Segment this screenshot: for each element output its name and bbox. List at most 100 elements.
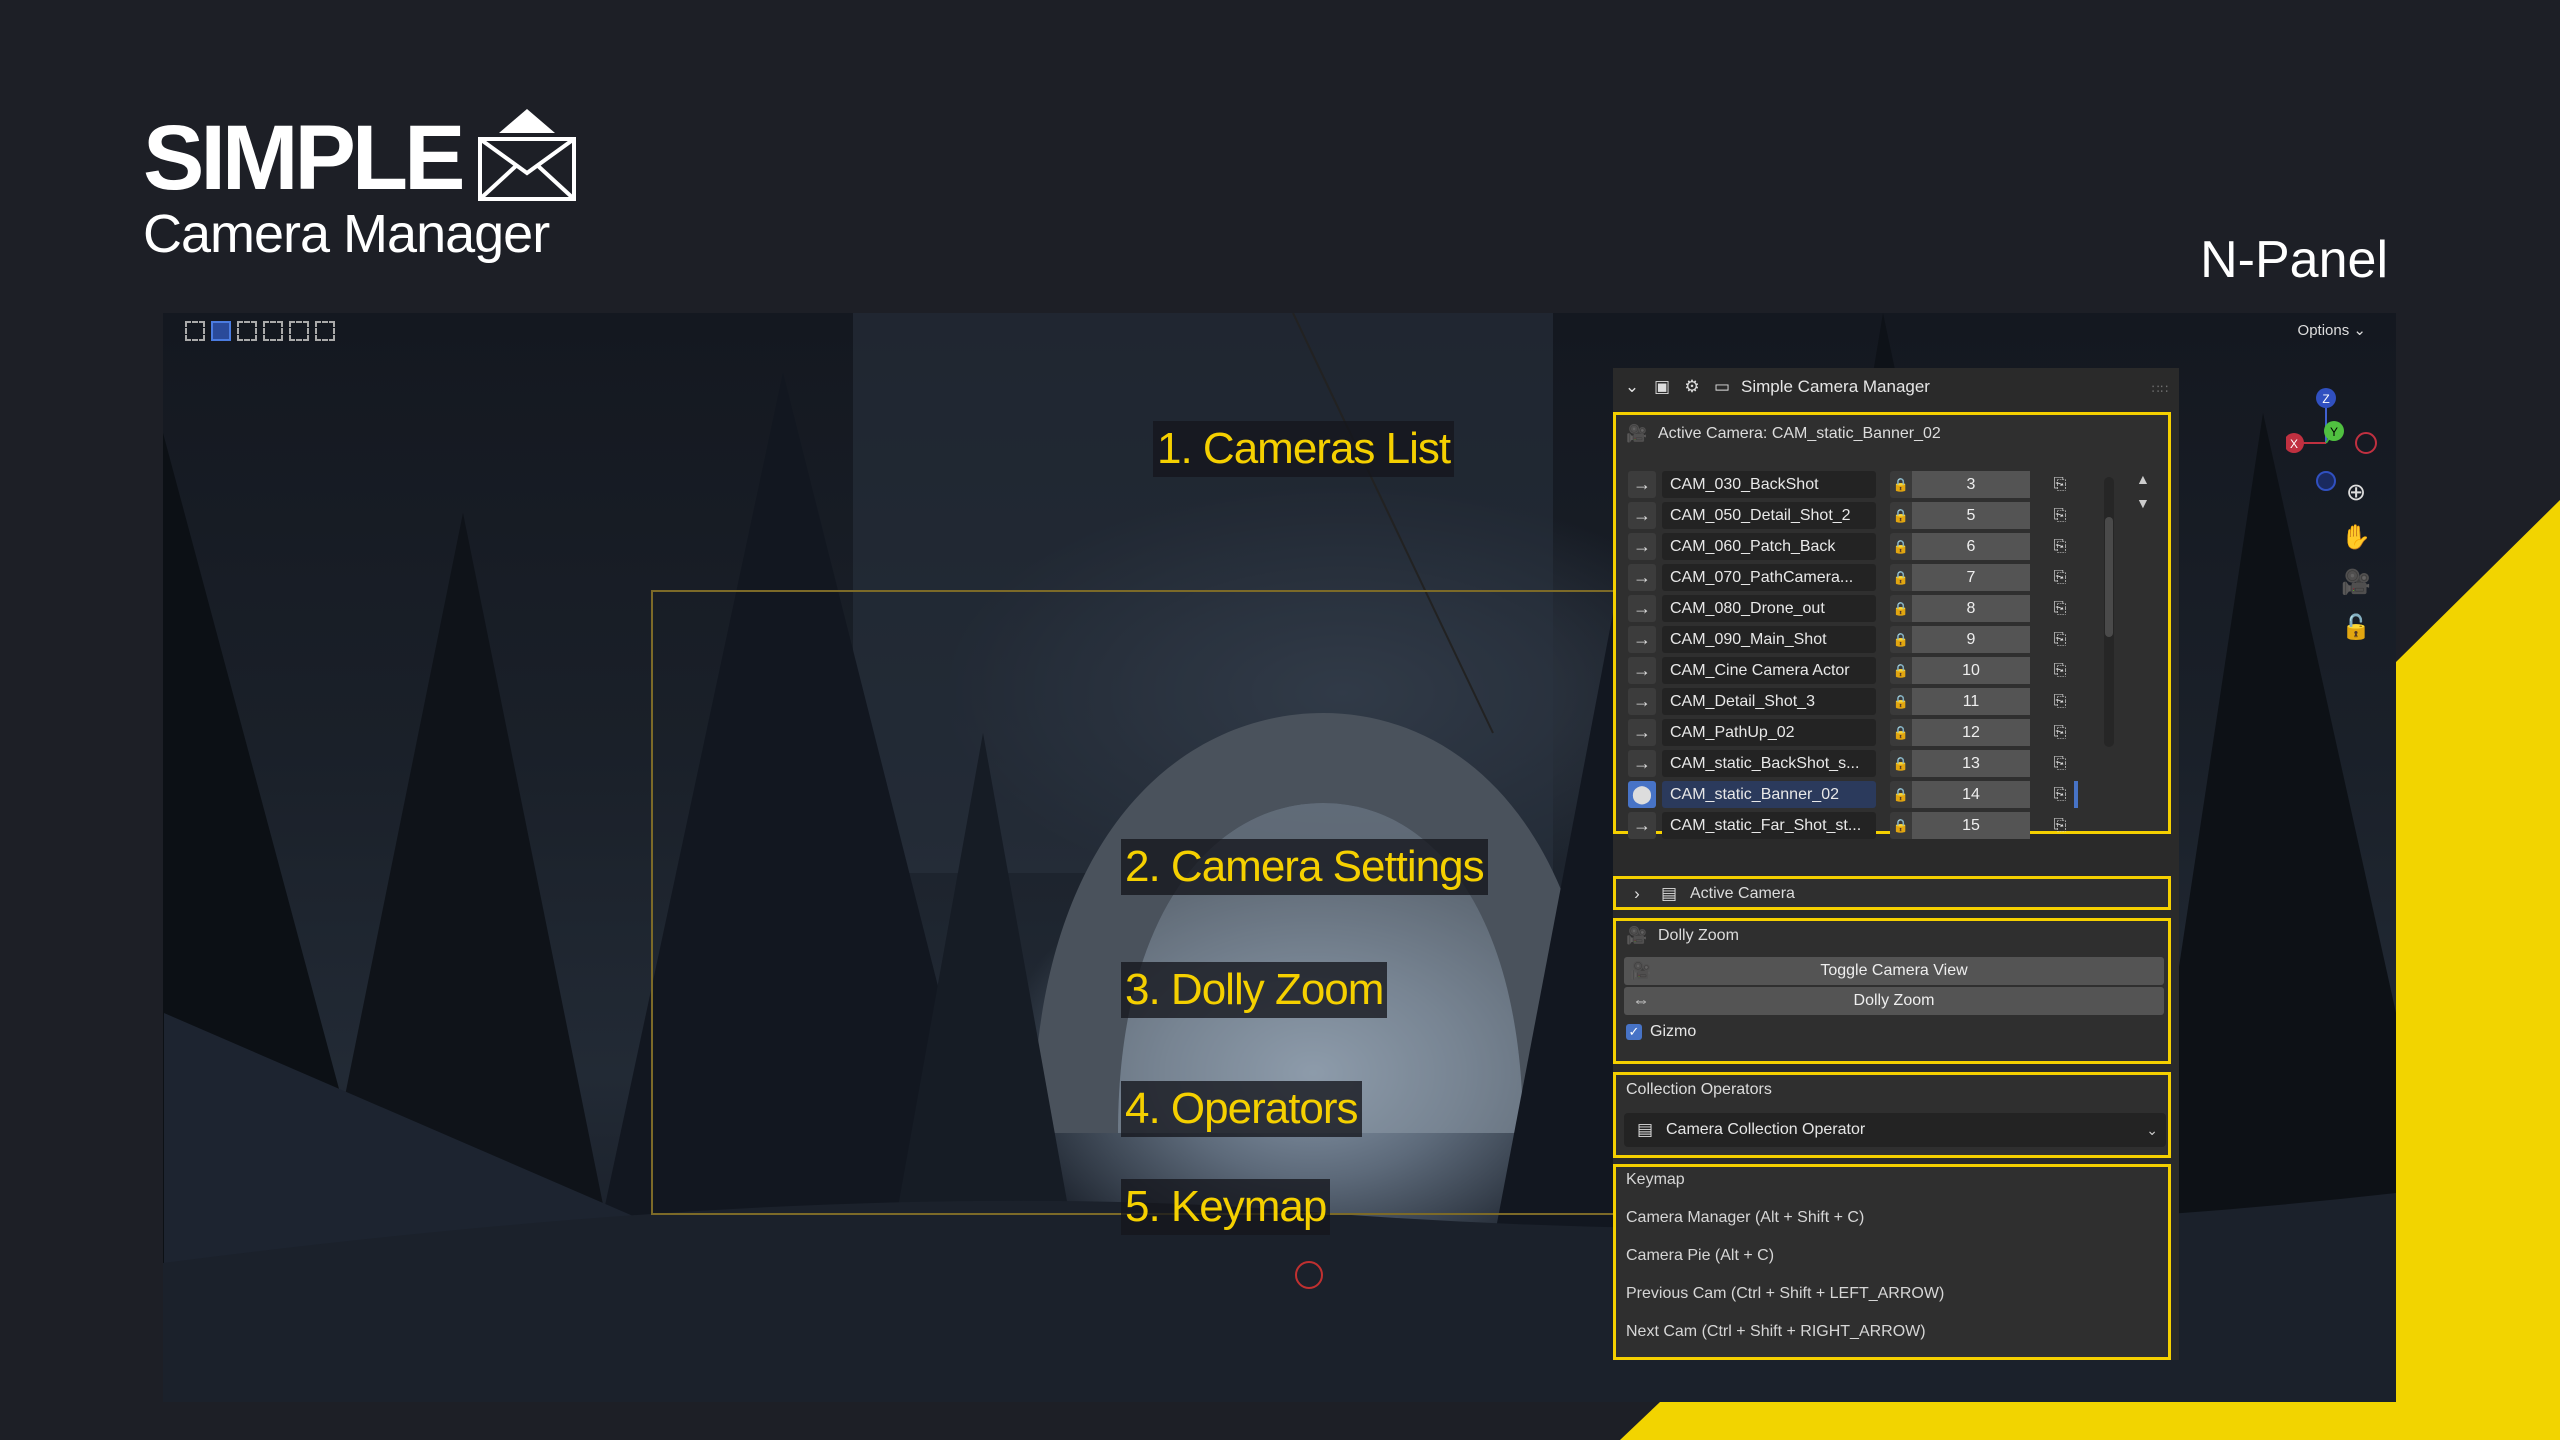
- set-active-arrow-icon[interactable]: →: [1628, 626, 1656, 653]
- camera-name[interactable]: CAM_030_BackShot: [1662, 471, 1876, 498]
- camera-number[interactable]: 11: [1912, 688, 2030, 715]
- lock-icon[interactable]: 🔒: [1890, 719, 1912, 746]
- lock-icon[interactable]: 🔒: [1890, 657, 1912, 684]
- camera-list-row[interactable]: → CAM_Detail_Shot_3 🔒 11 ⎘: [1628, 686, 2118, 717]
- camera-number[interactable]: 15: [1912, 812, 2030, 839]
- chevron-right-icon[interactable]: ›: [1626, 883, 1648, 905]
- camera-name[interactable]: CAM_050_Detail_Shot_2: [1662, 502, 1876, 529]
- window-icon[interactable]: ▭: [1711, 376, 1733, 398]
- lock-view-icon[interactable]: 🔓: [2341, 613, 2371, 642]
- camera-collection-dropdown[interactable]: ▤ Camera Collection Operator ⌄: [1624, 1113, 2166, 1147]
- camera-action-icon[interactable]: ⎘: [2046, 812, 2074, 839]
- select-box-intersect-icon[interactable]: [315, 321, 335, 341]
- panel-header[interactable]: ⌄ ▣ ⚙ ▭ Simple Camera Manager ∷∷: [1613, 368, 2179, 406]
- set-active-arrow-icon[interactable]: →: [1628, 471, 1656, 498]
- camera-list-row[interactable]: → CAM_070_PathCamera... 🔒 7 ⎘: [1628, 562, 2118, 593]
- camera-number[interactable]: 5: [1912, 502, 2030, 529]
- camera-list-row[interactable]: → CAM_080_Drone_out 🔒 8 ⎘: [1628, 593, 2118, 624]
- camera-name[interactable]: CAM_static_Far_Shot_st...: [1662, 812, 1876, 839]
- camera-name[interactable]: CAM_Detail_Shot_3: [1662, 688, 1876, 715]
- set-active-arrow-icon[interactable]: →: [1628, 688, 1656, 715]
- camera-action-icon[interactable]: ⎘: [2046, 719, 2074, 746]
- camera-name[interactable]: CAM_PathUp_02: [1662, 719, 1876, 746]
- pan-hand-icon[interactable]: ✋: [2341, 523, 2371, 552]
- gizmo-checkbox-row[interactable]: ✓ Gizmo: [1626, 1023, 1696, 1041]
- zoom-icon[interactable]: ⊕: [2341, 478, 2371, 507]
- camera-action-icon[interactable]: ⎘: [2046, 626, 2074, 653]
- camera-list-row[interactable]: → CAM_050_Detail_Shot_2 🔒 5 ⎘: [1628, 500, 2118, 531]
- camera-list-row[interactable]: → CAM_030_BackShot 🔒 3 ⎘: [1628, 469, 2118, 500]
- camera-list-row[interactable]: ⬤ CAM_static_Banner_02 🔒 14 ⎘: [1628, 779, 2118, 810]
- set-active-arrow-icon[interactable]: →: [1628, 502, 1656, 529]
- camera-view-icon[interactable]: 🎥: [2341, 568, 2371, 597]
- camera-number[interactable]: 6: [1912, 533, 2030, 560]
- lock-icon[interactable]: 🔒: [1890, 750, 1912, 777]
- select-box-subtract-icon[interactable]: [263, 321, 283, 341]
- camera-action-icon[interactable]: ⎘: [2046, 502, 2074, 529]
- camera-name[interactable]: CAM_Cine Camera Actor: [1662, 657, 1876, 684]
- collapse-chevron-icon[interactable]: ⌄: [1621, 376, 1643, 398]
- camera-name[interactable]: CAM_static_Banner_02: [1662, 781, 1876, 808]
- lock-icon[interactable]: 🔒: [1890, 595, 1912, 622]
- camera-action-icon[interactable]: ⎘: [2046, 750, 2074, 777]
- set-active-arrow-icon[interactable]: →: [1628, 812, 1656, 839]
- drag-grip-icon[interactable]: ∷∷: [2152, 382, 2169, 396]
- set-active-arrow-icon[interactable]: →: [1628, 750, 1656, 777]
- camera-number[interactable]: 8: [1912, 595, 2030, 622]
- camera-action-icon[interactable]: ⎘: [2046, 533, 2074, 560]
- options-dropdown[interactable]: Options ⌄: [2288, 317, 2376, 343]
- move-up-icon[interactable]: ▲: [2136, 471, 2150, 487]
- camera-number[interactable]: 14: [1912, 781, 2030, 808]
- camera-number[interactable]: 9: [1912, 626, 2030, 653]
- camera-name[interactable]: CAM_090_Main_Shot: [1662, 626, 1876, 653]
- dolly-zoom-button[interactable]: ⇔ Dolly Zoom: [1624, 987, 2164, 1015]
- lock-icon[interactable]: 🔒: [1890, 533, 1912, 560]
- camera-number[interactable]: 3: [1912, 471, 2030, 498]
- active-camera-section[interactable]: › ▤ Active Camera: [1613, 876, 2171, 910]
- lock-icon[interactable]: 🔒: [1890, 471, 1912, 498]
- gizmo-checkbox[interactable]: ✓: [1626, 1024, 1642, 1040]
- camera-list-row[interactable]: → CAM_static_Far_Shot_st... 🔒 15 ⎘: [1628, 810, 2118, 841]
- camera-name[interactable]: CAM_080_Drone_out: [1662, 595, 1876, 622]
- select-box-invert-icon[interactable]: [289, 321, 309, 341]
- gear-icon[interactable]: ⚙: [1681, 376, 1703, 398]
- camera-list-row[interactable]: → CAM_090_Main_Shot 🔒 9 ⎘: [1628, 624, 2118, 655]
- set-active-arrow-icon[interactable]: →: [1628, 533, 1656, 560]
- camera-number[interactable]: 12: [1912, 719, 2030, 746]
- camera-action-icon[interactable]: ⎘: [2046, 564, 2074, 591]
- camera-action-icon[interactable]: ⎘: [2046, 471, 2074, 498]
- lock-icon[interactable]: 🔒: [1890, 626, 1912, 653]
- help-icon[interactable]: ▣: [1651, 376, 1673, 398]
- active-camera-icon[interactable]: ⬤: [1628, 781, 1656, 808]
- scrollbar-thumb[interactable]: [2105, 517, 2113, 637]
- lock-icon[interactable]: 🔒: [1890, 688, 1912, 715]
- move-down-icon[interactable]: ▼: [2136, 495, 2150, 511]
- select-box-new-icon[interactable]: [211, 321, 231, 341]
- lock-icon[interactable]: 🔒: [1890, 564, 1912, 591]
- lock-icon[interactable]: 🔒: [1890, 502, 1912, 529]
- select-tool-icon[interactable]: [185, 321, 205, 341]
- camera-action-icon[interactable]: ⎘: [2046, 781, 2078, 808]
- camera-number[interactable]: 13: [1912, 750, 2030, 777]
- lock-icon[interactable]: 🔒: [1890, 781, 1912, 808]
- set-active-arrow-icon[interactable]: →: [1628, 564, 1656, 591]
- list-scrollbar[interactable]: [2104, 477, 2114, 747]
- camera-list-row[interactable]: → CAM_PathUp_02 🔒 12 ⎘: [1628, 717, 2118, 748]
- camera-name[interactable]: CAM_060_Patch_Back: [1662, 533, 1876, 560]
- camera-action-icon[interactable]: ⎘: [2046, 688, 2074, 715]
- toggle-camera-view-button[interactable]: 🎥 Toggle Camera View: [1624, 957, 2164, 985]
- camera-list-row[interactable]: → CAM_Cine Camera Actor 🔒 10 ⎘: [1628, 655, 2118, 686]
- camera-number[interactable]: 10: [1912, 657, 2030, 684]
- set-active-arrow-icon[interactable]: →: [1628, 595, 1656, 622]
- camera-action-icon[interactable]: ⎘: [2046, 657, 2074, 684]
- set-active-arrow-icon[interactable]: →: [1628, 657, 1656, 684]
- camera-name[interactable]: CAM_static_BackShot_s...: [1662, 750, 1876, 777]
- lock-icon[interactable]: 🔒: [1890, 812, 1912, 839]
- select-box-extend-icon[interactable]: [237, 321, 257, 341]
- camera-action-icon[interactable]: ⎘: [2046, 595, 2074, 622]
- camera-number[interactable]: 7: [1912, 564, 2030, 591]
- camera-name[interactable]: CAM_070_PathCamera...: [1662, 564, 1876, 591]
- set-active-arrow-icon[interactable]: →: [1628, 719, 1656, 746]
- camera-list-row[interactable]: → CAM_060_Patch_Back 🔒 6 ⎘: [1628, 531, 2118, 562]
- camera-list-row[interactable]: → CAM_static_BackShot_s... 🔒 13 ⎘: [1628, 748, 2118, 779]
